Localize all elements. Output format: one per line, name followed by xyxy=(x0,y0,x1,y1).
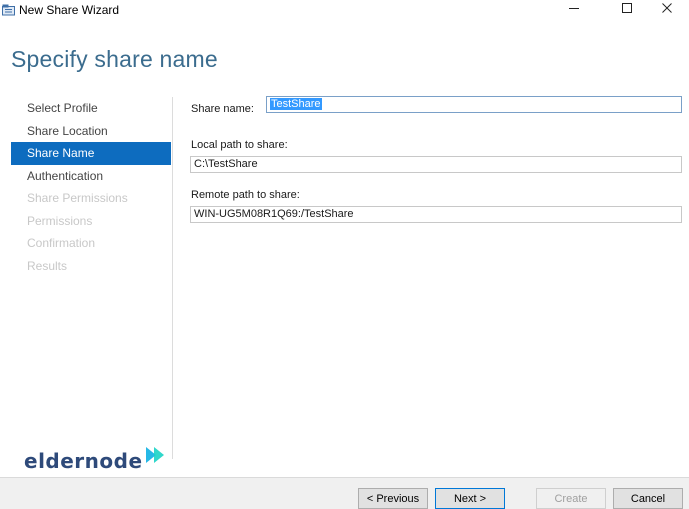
step-confirmation: Confirmation xyxy=(27,236,96,250)
logo-text: eldernode xyxy=(24,449,143,473)
step-permissions: Permissions xyxy=(27,213,93,228)
maximize-button[interactable] xyxy=(612,0,642,20)
remote-path-value: WIN-UG5M08R1Q69:/TestShare xyxy=(194,208,354,220)
play-arrows-icon xyxy=(144,445,168,470)
share-name-label: Share name: xyxy=(191,103,254,115)
local-path-label: Local path to share: xyxy=(191,139,288,151)
nav-divider xyxy=(172,97,173,459)
remote-path-field[interactable]: WIN-UG5M08R1Q69:/TestShare xyxy=(190,206,682,223)
page-title: Specify share name xyxy=(11,46,218,72)
step-select-profile[interactable]: Select Profile xyxy=(11,97,171,120)
wizard-steps: Select Profile Share Location Share Name… xyxy=(11,97,171,277)
step-results: Results xyxy=(27,258,68,273)
close-icon xyxy=(661,1,673,19)
local-path-value: C:\TestShare xyxy=(194,158,258,170)
title-bar: New Share Wizard xyxy=(0,0,689,20)
share-wizard-icon xyxy=(2,3,16,16)
eldernode-logo: eldernode xyxy=(24,445,168,475)
step-authentication[interactable]: Authentication xyxy=(11,165,171,188)
maximize-icon xyxy=(621,1,633,19)
close-button[interactable] xyxy=(644,0,689,20)
next-button[interactable]: Next > xyxy=(435,488,505,509)
remote-path-label: Remote path to share: xyxy=(191,189,300,201)
step-share-location[interactable]: Share Location xyxy=(11,120,171,143)
window-title: New Share Wizard xyxy=(19,3,120,17)
share-name-input[interactable]: TestShare xyxy=(266,96,682,113)
cancel-button[interactable]: Cancel xyxy=(613,488,683,509)
step-share-name[interactable]: Share Name xyxy=(11,142,171,165)
share-name-value: TestShare xyxy=(270,98,322,110)
previous-button[interactable]: < Previous xyxy=(358,488,428,509)
wizard-footer: < Previous Next > Create Cancel xyxy=(0,477,689,509)
create-button: Create xyxy=(536,488,606,509)
minimize-button[interactable] xyxy=(551,0,597,20)
local-path-field[interactable]: C:\TestShare xyxy=(190,156,682,173)
minimize-icon xyxy=(568,1,580,19)
step-share-permissions: Share Permissions xyxy=(27,191,128,205)
